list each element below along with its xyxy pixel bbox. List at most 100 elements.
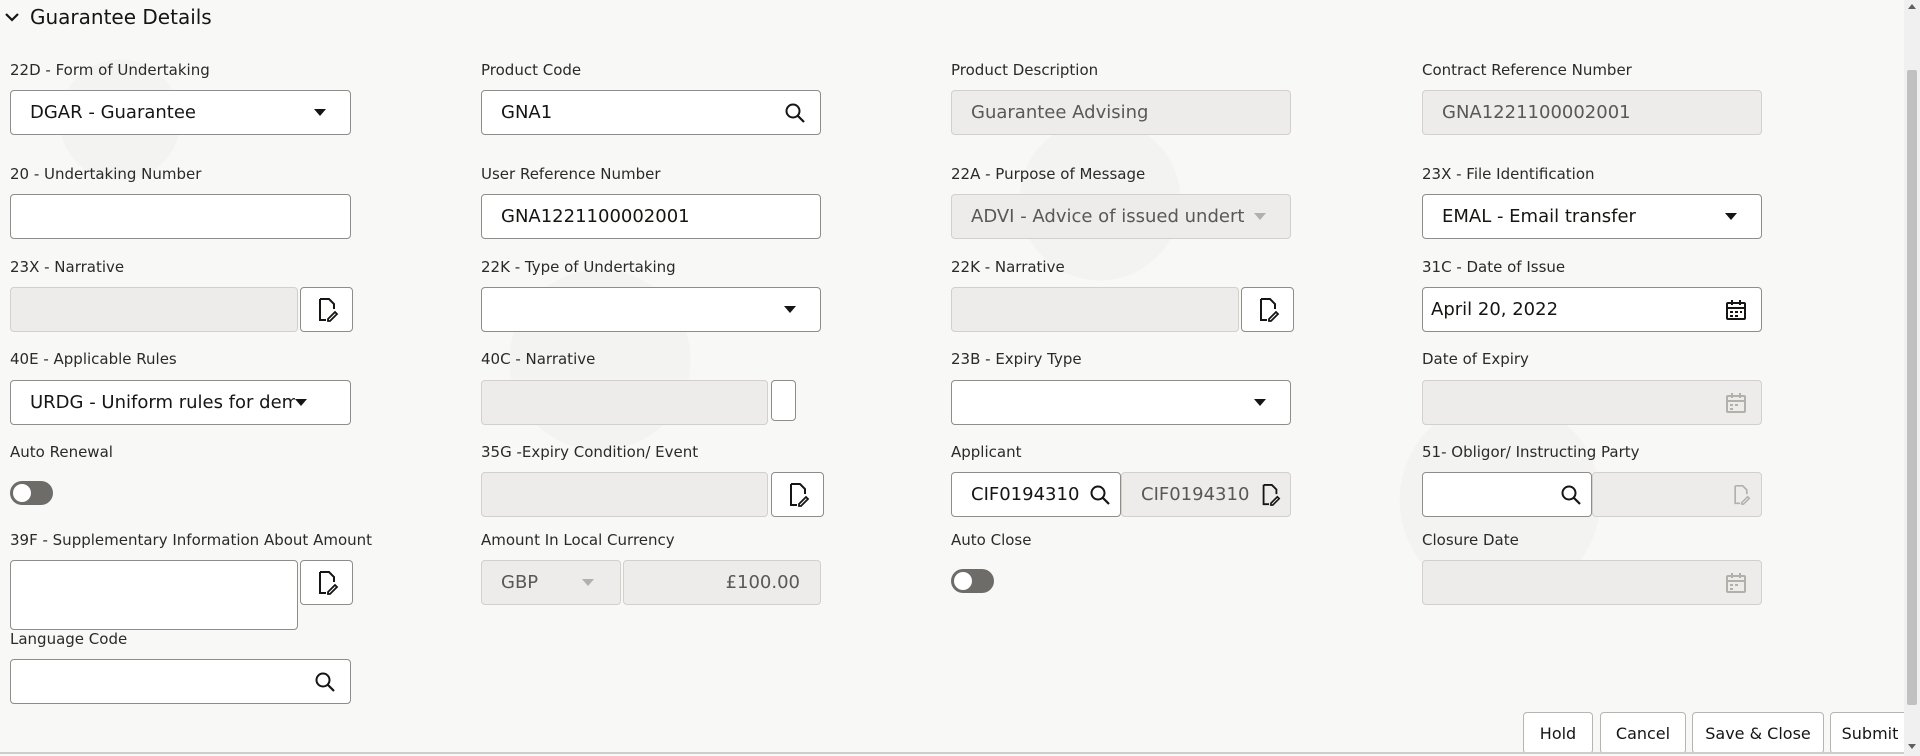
applicant-input[interactable]: CIF0194310 xyxy=(951,472,1121,517)
date-of-issue-value: April 20, 2022 xyxy=(1431,299,1559,320)
caret-down-icon xyxy=(1725,213,1737,220)
search-icon[interactable] xyxy=(1559,484,1583,506)
edit-document-icon xyxy=(789,482,809,507)
cancel-button[interactable]: Cancel xyxy=(1600,712,1686,754)
applicable-rules-select[interactable]: URDG - Uniform rules for dema xyxy=(10,380,351,425)
expiry-condition-input xyxy=(481,472,768,517)
contract-reference-label: Contract Reference Number xyxy=(1422,61,1632,79)
purpose-of-message-select: ADVI - Advice of issued undert xyxy=(951,194,1291,239)
form-of-undertaking-label: 22D - Form of Undertaking xyxy=(10,61,210,79)
narrative-22k-label: 22K - Narrative xyxy=(951,258,1065,276)
currency-select: GBP xyxy=(481,560,621,605)
product-code-field[interactable]: GNA1 xyxy=(481,90,821,135)
contract-reference-field: GNA1221100002001 xyxy=(1422,90,1762,135)
obligor-name-field xyxy=(1592,472,1762,517)
obligor-input[interactable] xyxy=(1422,472,1592,517)
caret-down-icon xyxy=(784,306,796,313)
amount-local-currency-label: Amount In Local Currency xyxy=(481,531,675,549)
auto-close-label: Auto Close xyxy=(951,531,1032,549)
applicant-value: CIF0194310 xyxy=(971,484,1080,505)
date-of-expiry-input xyxy=(1422,380,1762,425)
edit-document-icon xyxy=(318,297,338,322)
search-icon[interactable] xyxy=(780,102,810,124)
applicable-rules-value: URDG - Uniform rules for dema xyxy=(30,392,295,413)
supplementary-info-edit-button[interactable] xyxy=(300,560,353,605)
supplementary-info-textarea[interactable] xyxy=(10,560,298,630)
toggle-knob xyxy=(13,484,31,502)
narrative-23x-label: 23X - Narrative xyxy=(10,258,125,276)
file-identification-value: EMAL - Email transfer xyxy=(1442,206,1636,227)
purpose-of-message-value: ADVI - Advice of issued undert xyxy=(971,206,1245,227)
type-of-undertaking-label: 22K - Type of Undertaking xyxy=(481,258,676,276)
search-icon[interactable] xyxy=(1088,484,1112,506)
closure-date-input xyxy=(1422,560,1762,605)
narrative-40c-input xyxy=(481,380,768,425)
scrollbar-thumb[interactable] xyxy=(1907,70,1917,705)
narrative-23x-edit-button[interactable] xyxy=(300,287,353,332)
edit-document-icon xyxy=(1729,484,1753,506)
product-description-label: Product Description xyxy=(951,61,1099,79)
caret-down-icon xyxy=(1254,213,1266,220)
edit-document-icon xyxy=(318,570,338,595)
obligor-label: 51- Obligor/ Instructing Party xyxy=(1422,443,1640,461)
file-identification-select[interactable]: EMAL - Email transfer xyxy=(1422,194,1762,239)
product-code-label: Product Code xyxy=(481,61,582,79)
form-of-undertaking-select[interactable]: DGAR - Guarantee xyxy=(10,90,351,135)
date-of-expiry-label: Date of Expiry xyxy=(1422,350,1529,368)
submit-button[interactable]: Submit xyxy=(1830,712,1910,754)
file-identification-label: 23X - File Identification xyxy=(1422,165,1595,183)
expiry-type-label: 23B - Expiry Type xyxy=(951,350,1082,368)
caret-down-icon xyxy=(314,109,326,116)
edit-document-icon[interactable] xyxy=(1258,483,1282,507)
auto-renewal-toggle[interactable] xyxy=(10,481,53,505)
undertaking-number-label: 20 - Undertaking Number xyxy=(10,165,202,183)
applicable-rules-label: 40E - Applicable Rules xyxy=(10,350,177,368)
closure-date-label: Closure Date xyxy=(1422,531,1519,549)
toggle-knob xyxy=(954,572,972,590)
user-reference-label: User Reference Number xyxy=(481,165,661,183)
calendar-icon[interactable] xyxy=(1721,299,1751,321)
form-of-undertaking-value: DGAR - Guarantee xyxy=(30,102,196,123)
product-code-value: GNA1 xyxy=(501,102,553,123)
amount-field: £100.00 xyxy=(623,560,821,605)
narrative-22k-input xyxy=(951,287,1239,332)
date-of-issue-input[interactable]: April 20, 2022 xyxy=(1422,287,1762,332)
amount-value: £100.00 xyxy=(725,572,800,593)
calendar-icon xyxy=(1721,392,1751,414)
hold-button[interactable]: Hold xyxy=(1523,712,1593,754)
applicant-name-value: CIF0194310 xyxy=(1141,484,1250,505)
expiry-condition-label: 35G -Expiry Condition/ Event xyxy=(481,443,699,461)
calendar-icon xyxy=(1721,572,1751,594)
expiry-type-select[interactable] xyxy=(951,380,1291,425)
language-code-input[interactable] xyxy=(10,659,351,704)
product-description-value: Guarantee Advising xyxy=(971,102,1149,123)
caret-down-icon xyxy=(582,579,594,586)
scroll-up-arrow-icon[interactable] xyxy=(1908,4,1916,9)
search-icon[interactable] xyxy=(310,671,340,693)
chevron-down-icon[interactable] xyxy=(4,9,20,25)
supplementary-info-label: 39F - Supplementary Information About Am… xyxy=(10,531,373,549)
applicant-name-field: CIF0194310 xyxy=(1121,472,1291,517)
section-header[interactable]: Guarantee Details xyxy=(0,0,212,34)
expiry-condition-edit-button[interactable] xyxy=(771,472,824,517)
contract-reference-value: GNA1221100002001 xyxy=(1442,102,1631,123)
scroll-down-arrow-icon[interactable] xyxy=(1908,744,1916,749)
caret-down-icon xyxy=(295,399,307,406)
bottom-divider xyxy=(0,752,1904,754)
type-of-undertaking-select[interactable] xyxy=(481,287,821,332)
narrative-23x-input xyxy=(10,287,298,332)
narrative-40c-label: 40C - Narrative xyxy=(481,350,596,368)
caret-down-icon xyxy=(1254,399,1266,406)
auto-renewal-label: Auto Renewal xyxy=(10,443,113,461)
user-reference-value: GNA1221100002001 xyxy=(501,206,690,227)
narrative-40c-button[interactable] xyxy=(771,380,796,421)
edit-document-icon xyxy=(1259,297,1279,322)
undertaking-number-input[interactable] xyxy=(10,194,351,239)
auto-close-toggle[interactable] xyxy=(951,569,994,593)
narrative-22k-edit-button[interactable] xyxy=(1241,287,1294,332)
save-close-button[interactable]: Save & Close xyxy=(1692,712,1824,754)
section-title: Guarantee Details xyxy=(30,5,212,29)
user-reference-input[interactable]: GNA1221100002001 xyxy=(481,194,821,239)
applicant-label: Applicant xyxy=(951,443,1022,461)
date-of-issue-label: 31C - Date of Issue xyxy=(1422,258,1566,276)
